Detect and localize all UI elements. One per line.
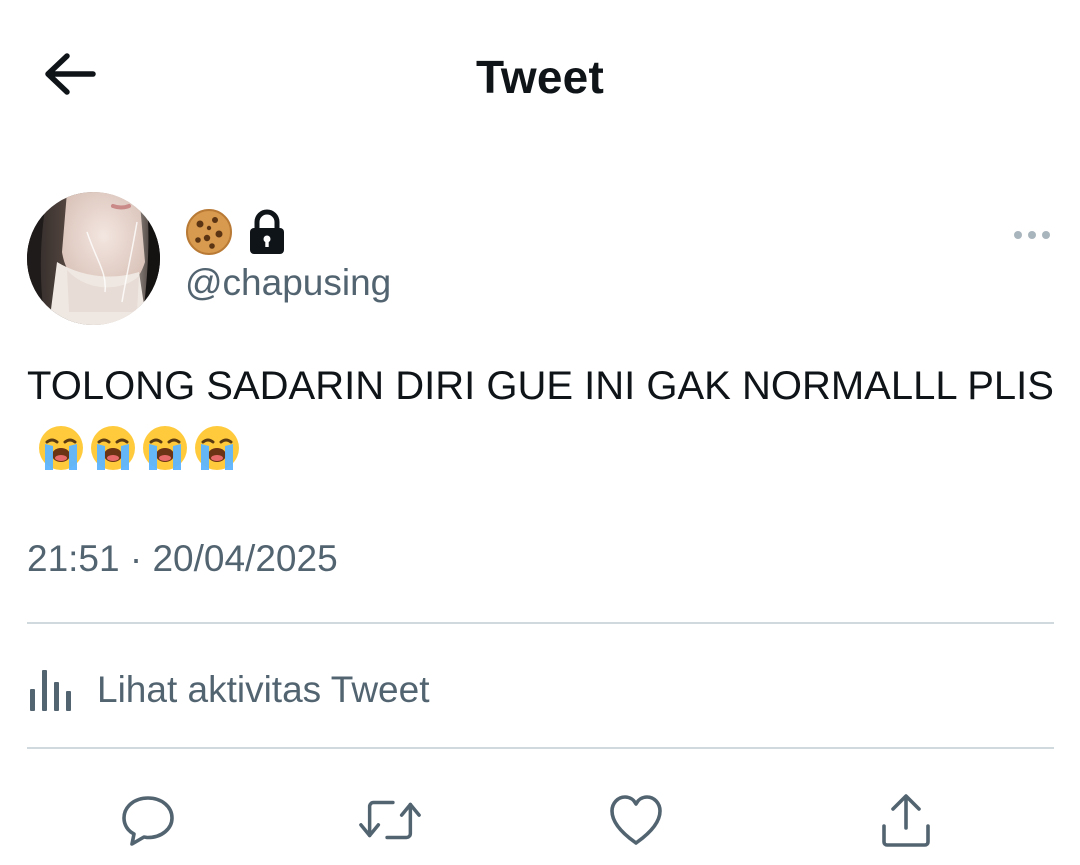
top-bar: Tweet <box>0 0 1080 150</box>
retweet-icon <box>359 800 421 840</box>
loudly-crying-face-emoji-icon <box>91 426 135 470</box>
divider <box>27 622 1054 624</box>
loudly-crying-face-emoji-icon <box>195 426 239 470</box>
share-button[interactable] <box>874 788 938 852</box>
tweet-text: TOLONG SADARIN DIRI GUE INI GAK NORMALLL… <box>27 364 1054 408</box>
loudly-crying-face-emoji-icon <box>39 426 83 470</box>
divider <box>27 747 1054 749</box>
user-handle[interactable]: @chapusing <box>185 262 391 304</box>
loudly-crying-face-emoji-icon <box>143 426 187 470</box>
tweet-body: TOLONG SADARIN DIRI GUE INI GAK NORMALLL… <box>27 356 1057 478</box>
lock-icon <box>250 209 284 254</box>
more-horizontal-icon <box>1014 231 1050 239</box>
page-title: Tweet <box>476 51 604 103</box>
display-name[interactable] <box>185 208 287 256</box>
reply-button[interactable] <box>116 788 180 852</box>
bar-chart-icon <box>30 670 71 711</box>
tweet-author: @chapusing <box>27 192 1057 327</box>
tweet-actions <box>0 778 1080 858</box>
more-options-button[interactable] <box>1007 220 1057 250</box>
tweet-timestamp[interactable]: 21:51 · 20/04/2025 <box>27 538 338 580</box>
activity-label: Lihat aktivitas Tweet <box>97 669 430 710</box>
cookie-emoji-icon <box>186 209 232 255</box>
view-tweet-activity-button[interactable]: Lihat aktivitas Tweet <box>27 650 1054 730</box>
heart-icon <box>610 795 662 845</box>
emoji-group <box>37 424 241 472</box>
retweet-button[interactable] <box>358 788 422 852</box>
share-icon <box>882 794 930 847</box>
avatar[interactable] <box>27 192 160 325</box>
like-button[interactable] <box>604 788 668 852</box>
reply-icon <box>122 796 174 846</box>
